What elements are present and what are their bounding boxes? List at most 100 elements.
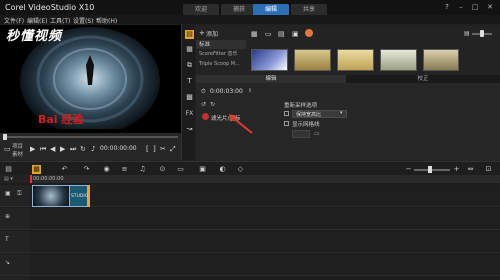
- video-clip[interactable]: STUDIO: [70, 185, 88, 207]
- voice-track-icon[interactable]: ↘: [5, 259, 10, 266]
- auto-music-icon[interactable]: ♫: [138, 165, 147, 174]
- fit-project-icon[interactable]: ⇔: [466, 165, 475, 174]
- playhead[interactable]: [30, 175, 32, 183]
- tab-edit-options[interactable]: 编辑: [196, 75, 346, 83]
- mixer-icon[interactable]: ≡: [120, 165, 129, 174]
- title-track[interactable]: [30, 231, 500, 253]
- prev-frame-icon[interactable]: ◀: [50, 145, 55, 153]
- grid-checkbox[interactable]: [284, 121, 289, 126]
- tab-correction[interactable]: 校正: [346, 75, 500, 83]
- video-clip-thumbnail[interactable]: [32, 185, 70, 207]
- maximize-icon[interactable]: □: [470, 2, 480, 12]
- close-icon[interactable]: ✕: [485, 2, 495, 12]
- scrubber-track[interactable]: [4, 136, 178, 138]
- tab-welcome[interactable]: 欢迎: [183, 4, 219, 15]
- menu-help[interactable]: 帮助(H): [96, 16, 117, 25]
- split-icon[interactable]: ✂: [160, 145, 166, 153]
- multicam-icon[interactable]: ▣: [198, 165, 207, 174]
- zoom-slider-handle[interactable]: [480, 30, 484, 37]
- timeline-zoom-slider[interactable]: [414, 169, 450, 171]
- timeline-view-icon[interactable]: ▦: [32, 165, 41, 174]
- help-icon[interactable]: ?: [442, 2, 452, 12]
- menu-settings[interactable]: 设置(S): [73, 16, 94, 25]
- tab-capture[interactable]: 捕获: [221, 4, 257, 15]
- timeline-zoom-handle[interactable]: [428, 166, 432, 173]
- rotate-right-icon[interactable]: ↻: [210, 101, 215, 108]
- grid-size-input[interactable]: [292, 130, 310, 138]
- media-icon[interactable]: ▤: [185, 30, 194, 39]
- timeline-ruler[interactable]: 00:00:00:00: [30, 175, 500, 183]
- duration-field[interactable]: 0:00:03:00: [210, 88, 243, 95]
- project-length-icon[interactable]: ⊡: [484, 165, 493, 174]
- redo-icon[interactable]: ↷: [82, 165, 91, 174]
- mask-icon[interactable]: ◐: [218, 165, 227, 174]
- subtitle-icon[interactable]: ▭: [176, 165, 185, 174]
- zoom-in-icon[interactable]: +: [452, 165, 461, 174]
- filter-icon[interactable]: FX: [185, 109, 194, 118]
- library-item-scorefitter[interactable]: ScoreFitter 音乐: [196, 50, 246, 59]
- library-item-triple-scoop[interactable]: Triple Scoop M...: [196, 60, 246, 69]
- library-thumbnail[interactable]: [337, 49, 374, 71]
- storyboard-view-icon[interactable]: ▤: [4, 165, 13, 174]
- zoom-icon[interactable]: ▤: [464, 30, 470, 37]
- volume-icon[interactable]: ♪: [91, 145, 95, 153]
- video-filter-icon[interactable]: ▤: [278, 30, 285, 38]
- video-track-icon[interactable]: ▣: [5, 190, 11, 197]
- timecode-display[interactable]: 00:00:00:00: [100, 145, 137, 152]
- record-icon[interactable]: ◉: [102, 165, 111, 174]
- menu-edit[interactable]: 编辑(E): [27, 16, 47, 25]
- menu-file[interactable]: 文件(F): [4, 16, 24, 25]
- chevron-down-icon[interactable]: ▾: [340, 110, 343, 116]
- duration-stepper-icon[interactable]: ⇕: [248, 88, 252, 94]
- folder-icon[interactable]: ▭: [265, 30, 272, 38]
- zoom-out-icon[interactable]: −: [404, 165, 413, 174]
- graphic-icon[interactable]: ▩: [185, 93, 194, 102]
- menu-tools[interactable]: 工具(T): [50, 16, 70, 25]
- clip-trim-handle[interactable]: [88, 185, 90, 207]
- track-lock-icon[interactable]: ⚿: [17, 190, 22, 198]
- image-filter-icon[interactable]: ▣: [292, 30, 299, 38]
- overlay-track[interactable]: [30, 208, 500, 230]
- add-button[interactable]: 添加: [206, 29, 218, 38]
- add-icon[interactable]: +: [199, 29, 205, 37]
- repeat-icon[interactable]: ↻: [80, 145, 86, 153]
- undo-icon[interactable]: ↶: [60, 165, 69, 174]
- resample-select[interactable]: 保持宽高比: [292, 110, 347, 118]
- path-icon[interactable]: ↝: [185, 125, 194, 134]
- project-mode-icon[interactable]: ▭: [4, 145, 11, 153]
- project-toggle[interactable]: 项目: [12, 142, 23, 150]
- tab-share[interactable]: 共享: [291, 4, 327, 15]
- scrubber-handle[interactable]: [3, 134, 7, 140]
- transition-icon[interactable]: ⧉: [185, 61, 194, 70]
- voice-track[interactable]: [30, 254, 500, 276]
- title-icon[interactable]: T: [185, 77, 194, 86]
- resample-checkbox[interactable]: [284, 111, 289, 116]
- minimize-icon[interactable]: –: [456, 2, 466, 12]
- mark-in-icon[interactable]: [: [146, 145, 149, 153]
- mark-out-icon[interactable]: ]: [153, 145, 156, 153]
- fullscreen-icon[interactable]: ⤢: [170, 145, 176, 154]
- library-thumbnail[interactable]: [423, 49, 459, 71]
- clip-toggle[interactable]: 素材: [12, 150, 23, 158]
- title-track-icon[interactable]: T: [5, 236, 9, 243]
- go-start-icon[interactable]: ⏮: [40, 145, 46, 154]
- speed-icon[interactable]: ◇: [236, 165, 245, 174]
- library-thumbnail[interactable]: [380, 49, 417, 71]
- video-track[interactable]: STUDIO: [30, 185, 500, 207]
- instant-project-icon[interactable]: ▦: [185, 45, 194, 54]
- overlay-track-icon[interactable]: ⊕: [5, 213, 10, 220]
- track-manager[interactable]: ▤ ▾: [0, 175, 30, 183]
- rotate-left-icon[interactable]: ↺: [201, 101, 206, 108]
- audio-filter-icon[interactable]: [305, 29, 313, 37]
- preview-window[interactable]: 秒懂视频 Bai 经验: [0, 25, 181, 133]
- tab-edit[interactable]: 编辑: [253, 4, 289, 15]
- filter-badge-icon[interactable]: [202, 113, 209, 120]
- library-item-standard[interactable]: 标准: [196, 40, 246, 49]
- go-end-icon[interactable]: ⏭: [70, 145, 76, 154]
- next-frame-icon[interactable]: ▶: [60, 145, 65, 153]
- grid-view-icon[interactable]: ▦: [251, 30, 258, 38]
- library-thumbnail[interactable]: [251, 49, 288, 71]
- grid-settings-icon[interactable]: ▭: [314, 130, 320, 137]
- play-icon[interactable]: ▶: [30, 145, 35, 153]
- motion-tracking-icon[interactable]: ⊙: [158, 165, 167, 174]
